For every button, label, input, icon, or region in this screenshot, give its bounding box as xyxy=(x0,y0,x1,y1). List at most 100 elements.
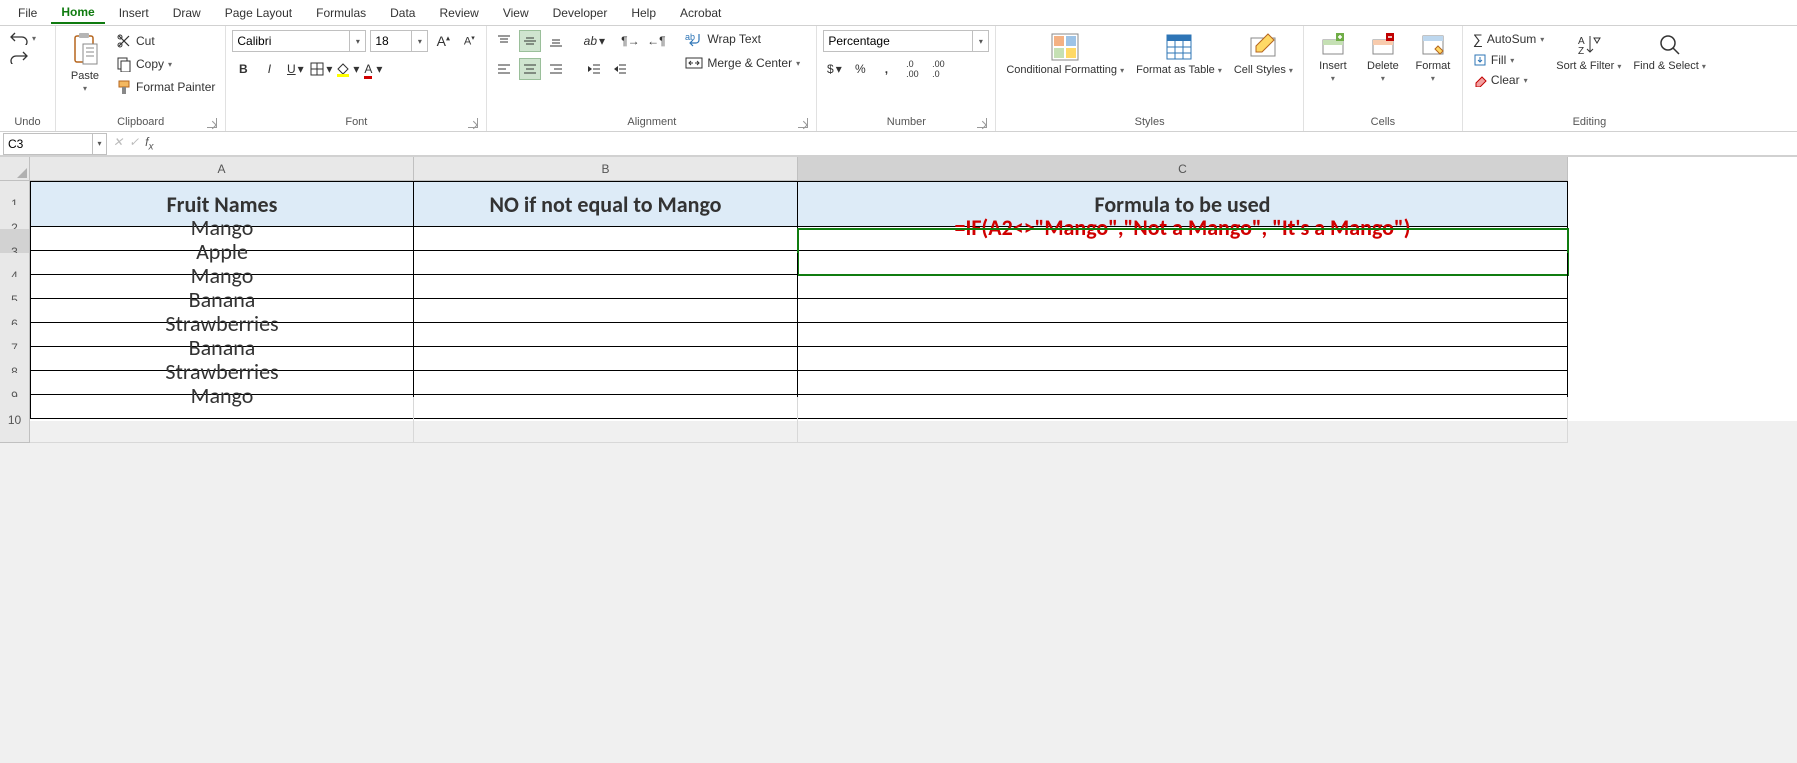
group-label-alignment: Alignment xyxy=(493,114,810,131)
undo-button[interactable]: ▾ xyxy=(6,30,40,46)
name-box-dropdown[interactable]: ▾ xyxy=(93,133,107,155)
format-painter-button[interactable]: Format Painter xyxy=(112,78,219,96)
tab-review[interactable]: Review xyxy=(429,3,488,23)
col-header-B[interactable]: B xyxy=(414,157,798,181)
increase-decimal-button[interactable]: .0.00 xyxy=(901,58,923,80)
borders-button[interactable]: ▾ xyxy=(310,58,332,80)
fill-label: Fill xyxy=(1491,53,1506,67)
select-all-corner[interactable] xyxy=(0,157,30,181)
number-format-input[interactable] xyxy=(823,30,973,52)
fill-button[interactable]: Fill▾ xyxy=(1469,52,1548,68)
fx-button[interactable]: fx xyxy=(143,135,155,152)
align-center-button[interactable] xyxy=(519,58,541,80)
font-launcher[interactable] xyxy=(468,118,478,128)
group-label-clipboard: Clipboard xyxy=(62,114,219,131)
cell-C10[interactable] xyxy=(798,397,1568,443)
clipboard-launcher[interactable] xyxy=(207,118,217,128)
tab-view[interactable]: View xyxy=(493,3,539,23)
decrease-font-button[interactable]: A▾ xyxy=(458,30,480,52)
autosum-button[interactable]: ∑AutoSum▾ xyxy=(1469,30,1548,48)
decrease-indent-button[interactable] xyxy=(583,58,605,80)
fill-color-button[interactable]: ▾ xyxy=(336,58,358,80)
wrap-text-button[interactable]: ab Wrap Text xyxy=(681,30,804,48)
delete-label: Delete▾ xyxy=(1367,60,1399,84)
cancel-formula-button[interactable]: ✕ xyxy=(111,135,125,152)
tab-help[interactable]: Help xyxy=(621,3,666,23)
font-name-input[interactable] xyxy=(232,30,350,52)
copy-icon xyxy=(116,56,132,72)
percent-button[interactable]: % xyxy=(849,58,871,80)
redo-button[interactable] xyxy=(6,49,40,65)
insert-cells-icon xyxy=(1320,32,1346,58)
increase-indent-button[interactable] xyxy=(609,58,631,80)
merge-center-button[interactable]: Merge & Center ▾ xyxy=(681,54,804,72)
tab-draw[interactable]: Draw xyxy=(163,3,211,23)
format-as-table-button[interactable]: Format as Table ▾ xyxy=(1132,30,1226,78)
align-left-button[interactable] xyxy=(493,58,515,80)
align-bottom-button[interactable] xyxy=(545,30,567,52)
find-label: Find & Select ▾ xyxy=(1633,60,1706,72)
cell-A10[interactable] xyxy=(30,397,414,443)
font-size-input[interactable] xyxy=(370,30,412,52)
underline-button[interactable]: U▾ xyxy=(284,58,306,80)
autosum-label: AutoSum xyxy=(1487,32,1536,46)
cell-styles-button[interactable]: Cell Styles ▾ xyxy=(1230,30,1297,78)
align-middle-button[interactable] xyxy=(519,30,541,52)
tab-acrobat[interactable]: Acrobat xyxy=(670,3,731,23)
tab-page-layout[interactable]: Page Layout xyxy=(215,3,302,23)
tab-data[interactable]: Data xyxy=(380,3,425,23)
comma-button[interactable]: , xyxy=(875,58,897,80)
tab-file[interactable]: File xyxy=(8,3,47,23)
col-header-C[interactable]: C xyxy=(798,157,1568,181)
format-painter-label: Format Painter xyxy=(136,80,215,94)
name-box[interactable] xyxy=(3,133,93,155)
formula-input[interactable] xyxy=(159,133,1797,155)
col-header-A[interactable]: A xyxy=(30,157,414,181)
font-name-dropdown[interactable]: ▾ xyxy=(350,30,366,52)
tab-insert[interactable]: Insert xyxy=(109,3,159,23)
orientation-button[interactable]: ab▾ xyxy=(583,30,605,52)
tab-developer[interactable]: Developer xyxy=(543,3,618,23)
sort-label: Sort & Filter ▾ xyxy=(1556,60,1621,72)
sort-filter-button[interactable]: AZ Sort & Filter ▾ xyxy=(1552,30,1625,74)
font-size-dropdown[interactable]: ▾ xyxy=(412,30,428,52)
alignment-launcher[interactable] xyxy=(798,118,808,128)
sort-filter-icon: AZ xyxy=(1576,32,1602,58)
find-select-button[interactable]: Find & Select ▾ xyxy=(1629,30,1710,74)
copy-button[interactable]: Copy ▾ xyxy=(112,55,219,73)
clear-button[interactable]: Clear▾ xyxy=(1469,72,1548,88)
number-launcher[interactable] xyxy=(977,118,987,128)
number-format-dropdown[interactable]: ▾ xyxy=(973,30,989,52)
bold-icon: B xyxy=(239,62,248,76)
align-right-button[interactable] xyxy=(545,58,567,80)
bold-button[interactable]: B xyxy=(232,58,254,80)
paste-button[interactable]: Paste ▾ xyxy=(62,30,108,95)
group-label-font: Font xyxy=(232,114,480,131)
delete-cells-icon xyxy=(1370,32,1396,58)
ltr-button[interactable]: ¶→ xyxy=(619,30,641,52)
font-color-button[interactable]: A▾ xyxy=(362,58,384,80)
svg-text:Z: Z xyxy=(1578,46,1584,57)
cut-button[interactable]: Cut xyxy=(112,32,219,50)
accounting-button[interactable]: $▾ xyxy=(823,58,845,80)
decrease-decimal-button[interactable]: .00.0 xyxy=(927,58,949,80)
conditional-formatting-button[interactable]: Conditional Formatting ▾ xyxy=(1002,30,1128,78)
tab-formulas[interactable]: Formulas xyxy=(306,3,376,23)
increase-indent-icon xyxy=(613,62,627,76)
italic-button[interactable]: I xyxy=(258,58,280,80)
row-header-10[interactable]: 10 xyxy=(0,397,30,443)
increase-font-button[interactable]: A▴ xyxy=(432,30,454,52)
insert-cells-button[interactable]: Insert▾ xyxy=(1310,30,1356,86)
align-top-button[interactable] xyxy=(493,30,515,52)
group-label-styles: Styles xyxy=(1002,114,1297,131)
percent-icon: % xyxy=(855,62,866,76)
tab-home[interactable]: Home xyxy=(51,2,104,24)
rtl-button[interactable]: ←¶ xyxy=(645,30,667,52)
enter-formula-button[interactable]: ✓ xyxy=(127,135,141,152)
format-label: Format▾ xyxy=(1415,60,1450,84)
magnifier-icon xyxy=(1657,32,1683,58)
ltr-icon: ¶→ xyxy=(621,34,639,48)
format-cells-button[interactable]: Format▾ xyxy=(1410,30,1456,86)
delete-cells-button[interactable]: Delete▾ xyxy=(1360,30,1406,86)
cell-B10[interactable] xyxy=(414,397,798,443)
